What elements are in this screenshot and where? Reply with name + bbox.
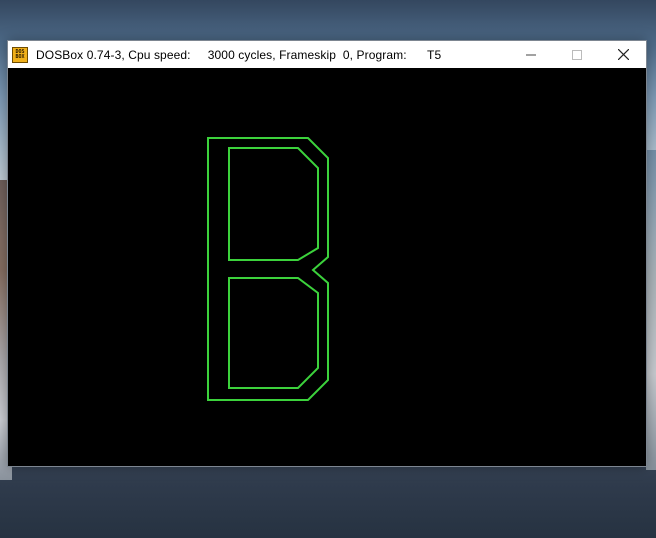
- title-bar[interactable]: DOS BOX DOSBox 0.74-3, Cpu speed: 3000 c…: [8, 41, 646, 68]
- letter-b-outer-outline: [207, 137, 329, 401]
- letter-b-outline: [207, 137, 329, 401]
- dosbox-window[interactable]: DOS BOX DOSBox 0.74-3, Cpu speed: 3000 c…: [7, 40, 647, 467]
- close-button[interactable]: [600, 41, 646, 68]
- dos-screen[interactable]: [8, 68, 646, 466]
- window-title: DOSBox 0.74-3, Cpu speed: 3000 cycles, F…: [36, 47, 442, 62]
- minimize-icon: [526, 54, 536, 55]
- window-controls: [508, 41, 646, 68]
- minimize-button[interactable]: [508, 41, 554, 68]
- letter-b-upper-counter: [228, 147, 319, 261]
- desktop-wallpaper-right: [646, 150, 656, 470]
- close-icon: [617, 49, 629, 60]
- maximize-icon: [572, 49, 582, 60]
- maximize-button[interactable]: [554, 41, 600, 68]
- dosbox-icon-text-bottom: BOX: [15, 53, 25, 60]
- dosbox-icon[interactable]: DOS BOX: [12, 46, 28, 63]
- letter-b-lower-counter: [228, 277, 319, 389]
